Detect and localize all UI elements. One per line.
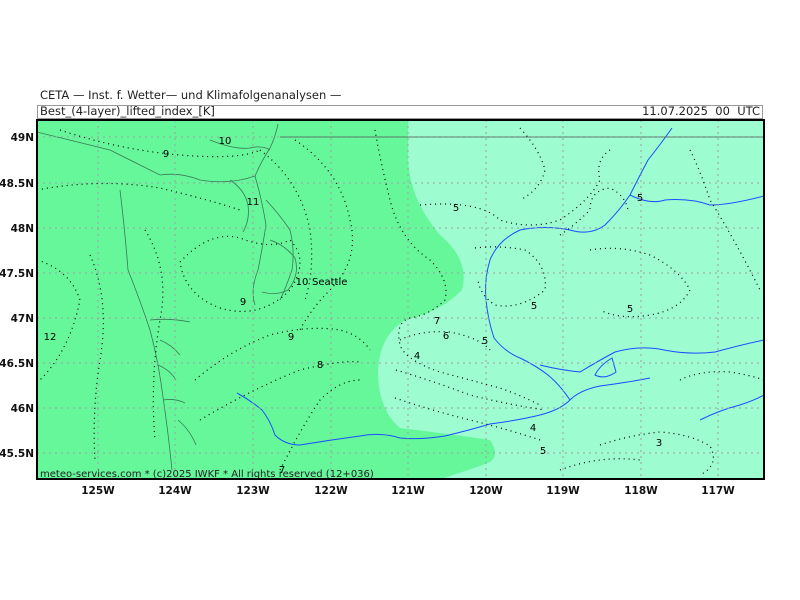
tick-47n: 47N [11, 313, 34, 325]
label-5-ne: 5 [637, 193, 643, 204]
label-10-north: 10 [219, 136, 232, 147]
label-3: 3 [656, 438, 662, 449]
tick-119w: 119W [546, 485, 580, 497]
tick-120w: 120W [469, 485, 503, 497]
label-11: 11 [247, 197, 260, 208]
label-7: 7 [434, 316, 440, 327]
label-6: 6 [443, 331, 449, 342]
label-5-east-b: 5 [627, 304, 633, 315]
tick-125w: 125W [81, 485, 115, 497]
weather-map: 125W 124W 123W 122W 121W 120W 119W 118W … [0, 119, 765, 497]
tick-46n: 46N [11, 403, 34, 415]
label-9-north: 9 [163, 149, 169, 160]
label-12: 12 [44, 332, 57, 343]
map-layers [37, 120, 764, 479]
tick-121w: 121W [391, 485, 425, 497]
label-9-puget: 9 [240, 297, 246, 308]
city-seattle: Seattle [312, 277, 347, 288]
x-axis-ticks: 125W 124W 123W 122W 121W 120W 119W 118W … [81, 485, 735, 497]
tick-46-5n: 46.5N [0, 358, 34, 370]
label-9-south: 9 [288, 332, 294, 343]
tick-118w: 118W [624, 485, 658, 497]
tick-47-5n: 47.5N [0, 268, 34, 280]
tick-117w: 117W [701, 485, 735, 497]
label-8: 8 [317, 360, 323, 371]
y-axis-ticks: 49N 48.5N 48N 47.5N 47N 46.5N 46N 45.5N [0, 132, 34, 460]
tick-124w: 124W [158, 485, 192, 497]
label-10-seattle: 10 [296, 277, 309, 288]
label-5-central: 5 [482, 336, 488, 347]
credit-footer: meteo-services.com * (c)2025 IWKF * All … [40, 469, 374, 480]
tick-45-5n: 45.5N [0, 448, 34, 460]
label-5-east-a: 5 [531, 301, 537, 312]
label-5-south: 5 [540, 446, 546, 457]
tick-48n: 48N [11, 223, 34, 235]
label-5-north: 5 [453, 203, 459, 214]
label-4-south: 4 [530, 423, 536, 434]
tick-123w: 123W [236, 485, 270, 497]
tick-49n: 49N [11, 132, 34, 144]
tick-48-5n: 48.5N [0, 178, 34, 190]
city-label-seattle: Seattle [312, 277, 347, 288]
label-4-west: 4 [414, 351, 420, 362]
tick-122w: 122W [314, 485, 348, 497]
